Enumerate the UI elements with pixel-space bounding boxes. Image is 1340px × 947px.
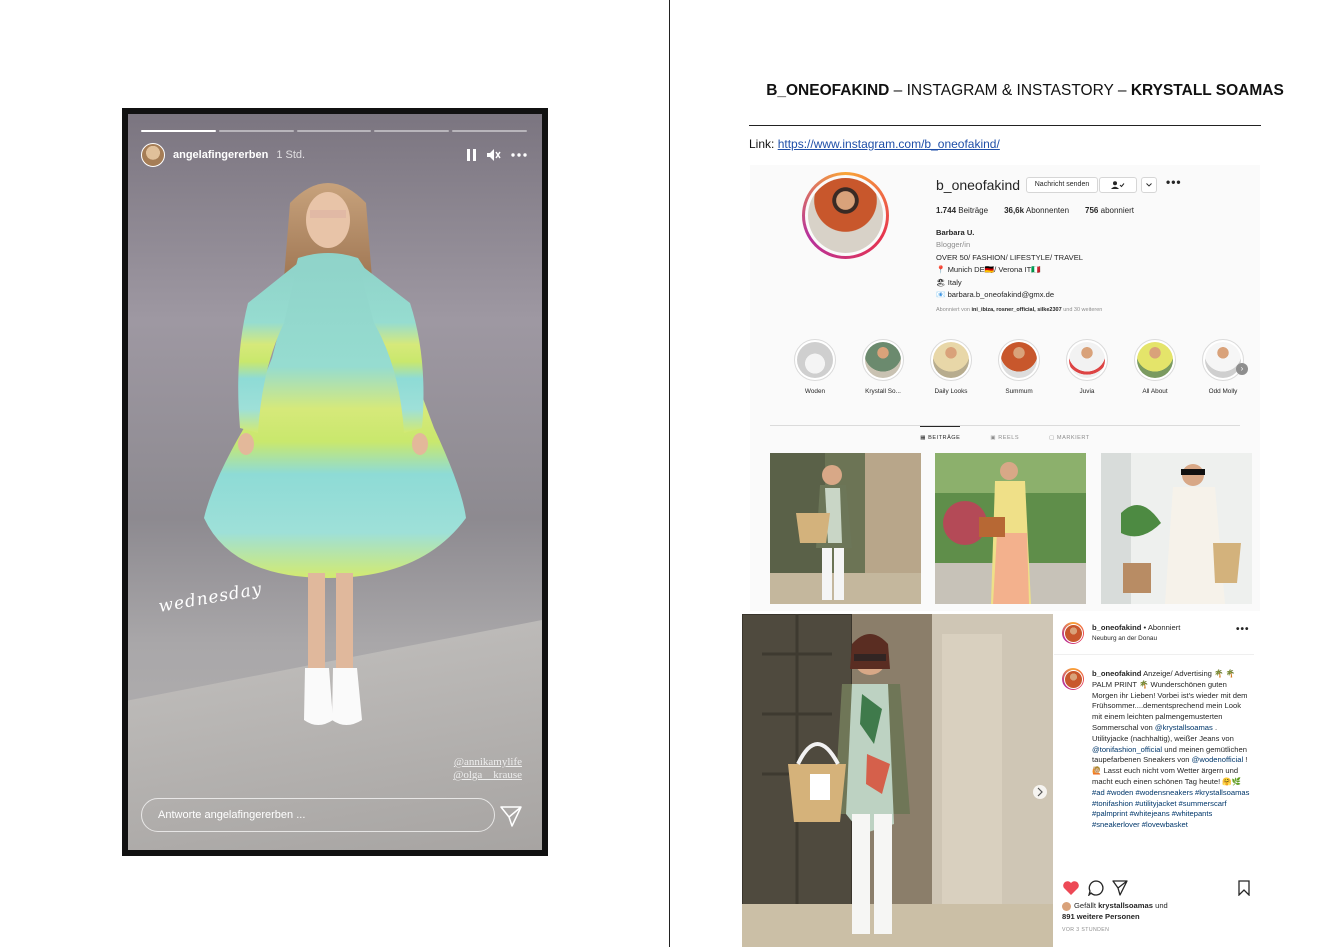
profile-stats: 1.744 Beiträge 36,6k Abonnenten 756 abon… [936, 206, 1134, 215]
post-username[interactable]: b_oneofakind [1092, 623, 1141, 632]
bio-line-3: 🏖 Italy [936, 277, 962, 287]
title-brand: B_ONEOFAKIND [766, 82, 890, 99]
profile-username: b_oneofakind [936, 177, 1021, 193]
story-reply-input[interactable]: Antworte angelafingererben ... [141, 798, 495, 832]
highlight-all-about[interactable]: All About [1120, 339, 1190, 395]
more-options-icon[interactable] [511, 153, 527, 157]
bio-line-4: 📧 barbara.b_oneofakind@gmx.de [936, 290, 1055, 300]
profile-bio: Barbara U. Blogger/in OVER 50/ FASHION/ … [936, 227, 1083, 301]
story-progress-segment [218, 130, 294, 132]
dropdown-button[interactable] [1141, 177, 1157, 193]
post-location[interactable]: Neuburg an der Donau [1092, 635, 1157, 642]
post-time: VOR 3 STUNDEN [1062, 927, 1110, 933]
message-button[interactable]: Nachricht senden [1026, 177, 1098, 193]
instagram-story: angelafingererben 1 Std. wednesday @anni… [122, 108, 548, 856]
story-progress-segment [141, 130, 216, 132]
post-follow-state: • Abonniert [1143, 623, 1181, 632]
post-header-user: b_oneofakind • Abonniert [1092, 623, 1180, 632]
followed-by[interactable]: Abonniert von ini_ibiza, rosner_official… [936, 307, 1102, 313]
title-underline [749, 125, 1261, 126]
link-label: Link: [749, 137, 775, 151]
comment-icon[interactable] [1088, 880, 1104, 896]
story-progress-bar [141, 130, 527, 132]
posts-stat: 1.744 Beiträge [936, 206, 989, 215]
story-photo-woman-in-dress [204, 183, 466, 725]
caption-mention-woden[interactable]: @wodenofficial [1192, 755, 1243, 764]
highlight-woden[interactable]: Woden [780, 339, 850, 395]
following-stat[interactable]: 756 abonniert [1085, 206, 1134, 215]
tab-reels[interactable]: ▣ REELS [990, 427, 1019, 441]
highlight-summum[interactable]: Summum [984, 339, 1054, 395]
mute-icon[interactable] [487, 149, 501, 161]
like-heart-icon[interactable] [1062, 880, 1080, 896]
grid-post-2[interactable] [935, 453, 1086, 604]
tab-posts[interactable]: ▦ BEITRÄGE [920, 426, 961, 441]
highlight-krystall[interactable]: Krystall So... [848, 339, 918, 395]
story-tag-1[interactable]: @annikamylife [454, 756, 522, 768]
bio-line-1: OVER 50/ FASHION/ LIFESTYLE/ TRAVEL [936, 252, 1084, 262]
story-highlights: Woden Krystall So... Daily Looks Summum … [780, 339, 1260, 399]
post-more-icon[interactable]: ••• [1236, 624, 1250, 635]
story-tag-2[interactable]: @olga__krause [453, 769, 522, 781]
user-check-icon [1111, 181, 1125, 189]
profile-avatar[interactable] [802, 172, 889, 259]
post-likes[interactable]: Gefällt krystallsoamas und 891 weitere Pe… [1062, 901, 1168, 922]
pause-icon[interactable] [467, 149, 477, 161]
bio-line-2: 📍 Munich DE🇩🇪/ Verona IT🇮🇹 [936, 265, 1041, 275]
profile-separator [770, 425, 1240, 426]
grid-post-1[interactable] [770, 453, 921, 604]
instagram-profile-screenshot: b_oneofakind Nachricht senden ••• 1.744 … [750, 165, 1260, 611]
document-title: B_ONEOFAKIND – INSTAGRAM & INSTASTORY – … [760, 80, 1290, 102]
story-progress-segment [296, 130, 372, 132]
story-username[interactable]: angelafingererben [173, 149, 268, 161]
post-avatar[interactable] [1062, 622, 1084, 644]
caption-hashtags[interactable]: #ad #woden #wodensneakers #krystallsoama… [1092, 788, 1249, 829]
share-icon[interactable] [1112, 880, 1128, 896]
page-divider [669, 0, 670, 947]
instagram-profile-link[interactable]: https://www.instagram.com/b_oneofakind/ [778, 137, 1000, 151]
profile-tabs: ▦ BEITRÄGE ▣ REELS ▢ MARKIERT [770, 426, 1240, 441]
bio-name: Barbara U. [936, 228, 975, 237]
title-separator-2: – [1113, 82, 1131, 99]
story-time: 1 Std. [276, 149, 306, 161]
grid-post-3[interactable] [1101, 453, 1252, 604]
caption-mention-krystallsoamas[interactable]: @krystallsoamas [1155, 723, 1213, 732]
document-link-line: Link: https://www.instagram.com/b_oneofa… [749, 137, 1000, 151]
title-partner: KRYSTALL SOAMAS [1130, 82, 1284, 99]
post-caption: b_oneofakind Anzeige/ Advertising 🌴 🌴 PA… [1092, 669, 1252, 869]
caption-avatar[interactable] [1062, 668, 1084, 690]
profile-more-icon[interactable]: ••• [1166, 175, 1182, 189]
post-actions [1062, 878, 1252, 900]
send-icon[interactable] [500, 805, 522, 827]
post-sidebar: b_oneofakind • Abonniert Neuburg an der … [1054, 614, 1260, 947]
highlight-juvia[interactable]: Juvia [1052, 339, 1122, 395]
liker-avatar [1062, 901, 1071, 911]
bio-category: Blogger/in [936, 240, 971, 250]
instagram-post-screenshot: b_oneofakind • Abonniert Neuburg an der … [742, 614, 1260, 947]
title-separator-1: – [889, 82, 907, 99]
story-progress-segment [452, 130, 527, 132]
follow-status-button[interactable] [1099, 177, 1137, 193]
caption-username[interactable]: b_oneofakind [1092, 669, 1141, 678]
highlights-next-icon[interactable]: › [1236, 363, 1248, 375]
title-middle: INSTAGRAM & INSTASTORY [906, 82, 1114, 99]
followers-stat[interactable]: 36,6k Abonnenten [1004, 206, 1069, 215]
caption-mention-tonifashion[interactable]: @tonifashion_official [1092, 745, 1162, 754]
post-header-separator [1054, 654, 1254, 655]
bookmark-icon[interactable] [1238, 880, 1250, 896]
post-photo[interactable] [742, 614, 1053, 947]
highlight-daily-looks[interactable]: Daily Looks [916, 339, 986, 395]
chevron-down-icon [1146, 183, 1152, 187]
story-avatar[interactable] [141, 143, 165, 167]
story-header: angelafingererben 1 Std. [141, 142, 527, 168]
story-progress-segment [374, 130, 450, 132]
tab-tagged[interactable]: ▢ MARKIERT [1049, 427, 1090, 441]
